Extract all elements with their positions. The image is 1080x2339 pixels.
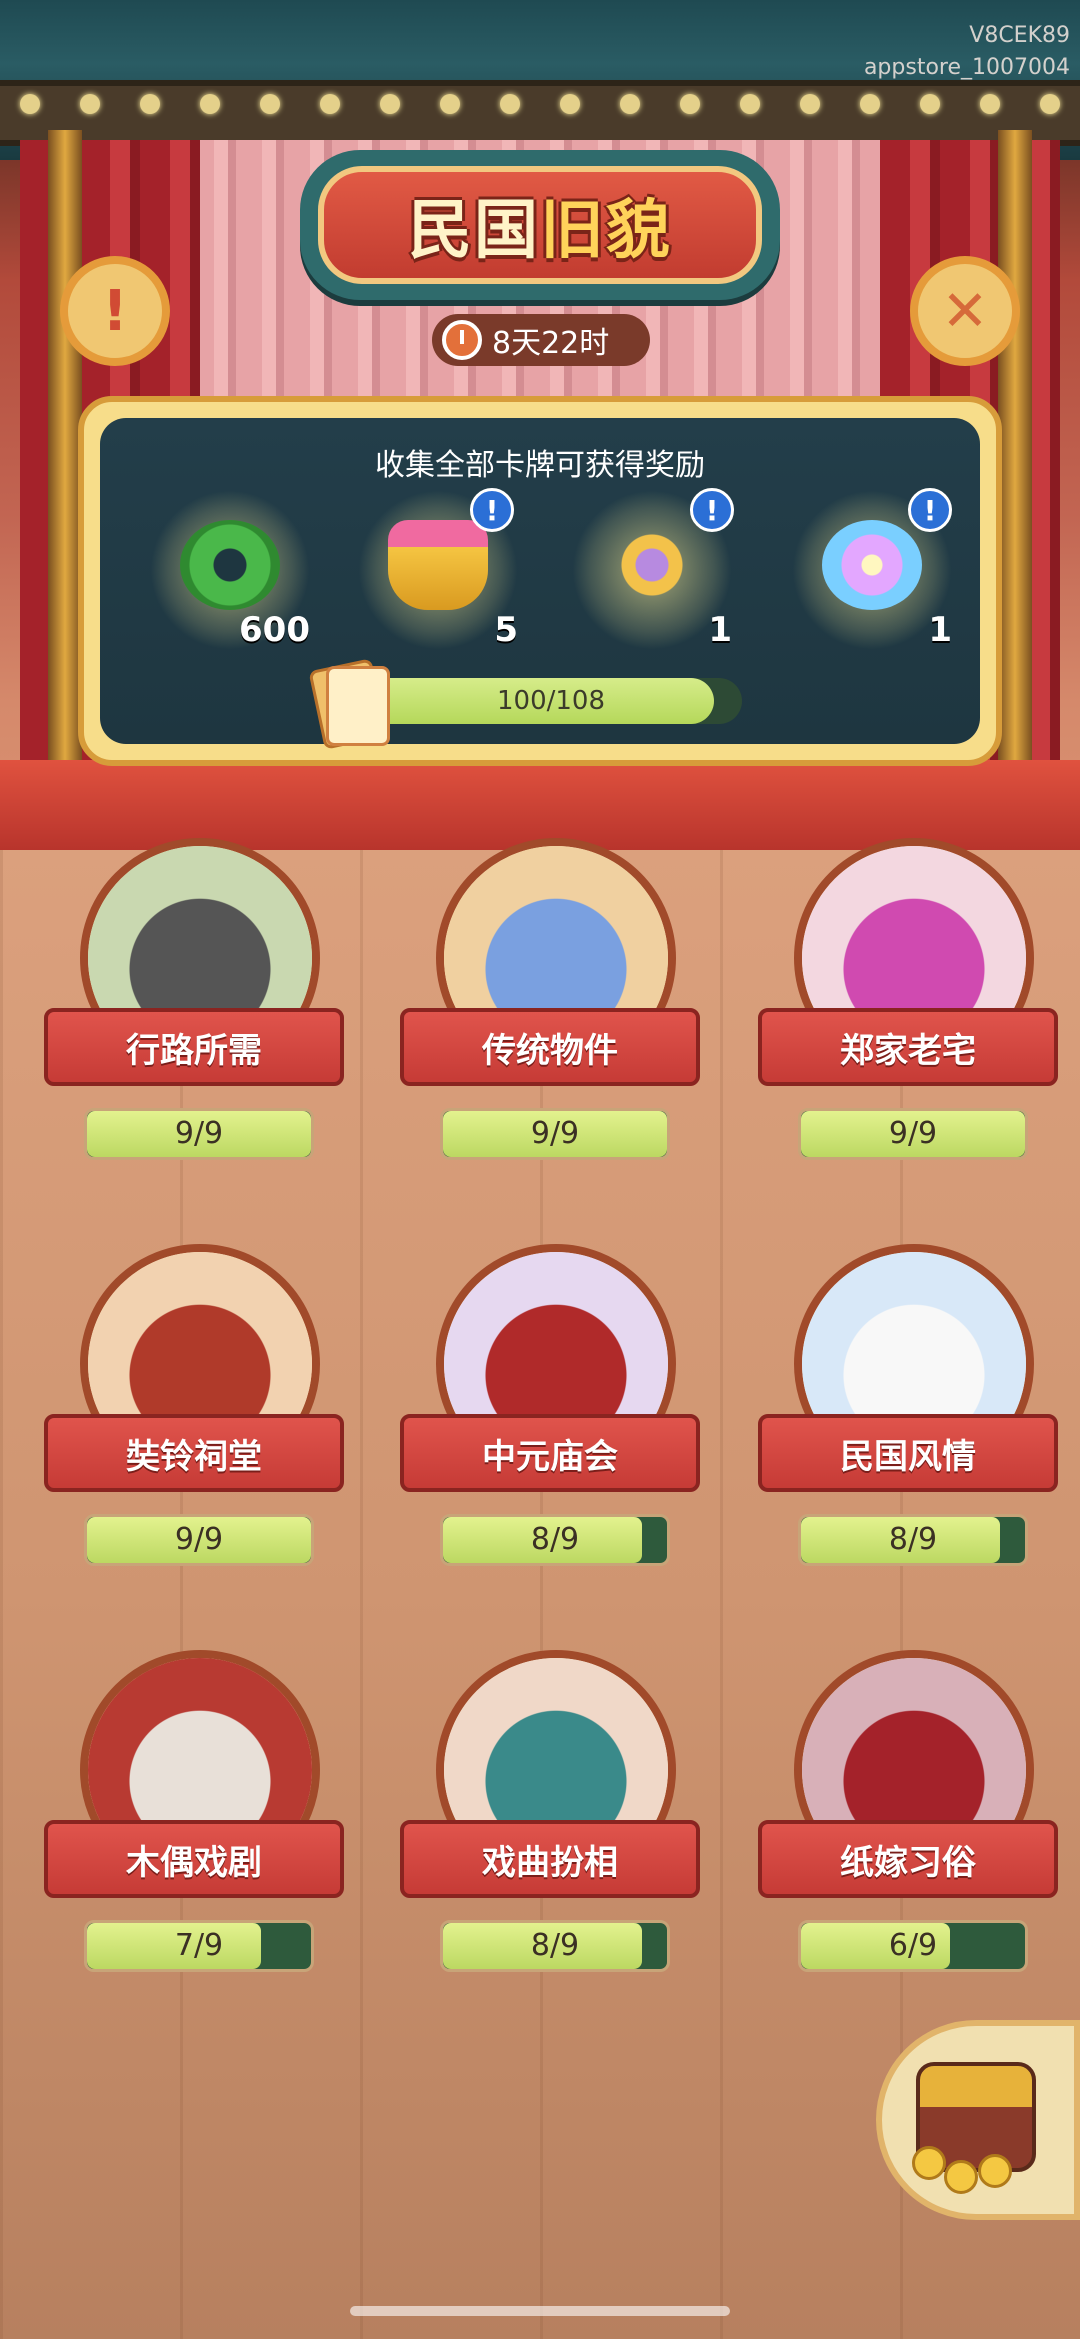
category-card[interactable]: 民国风情 8/9 bbox=[758, 1244, 1058, 1584]
reward-title: 收集全部卡牌可获得奖励 bbox=[375, 448, 705, 483]
coin-icon bbox=[912, 2146, 946, 2180]
watermark: V8CEK89 appstore_1007004 bbox=[864, 20, 1070, 84]
category-progress-text: 6/9 bbox=[888, 1928, 938, 1963]
stage-bulb bbox=[860, 94, 880, 114]
category-label: 木偶戏剧 bbox=[44, 1820, 344, 1898]
pillar-right bbox=[998, 130, 1032, 770]
info-button[interactable]: ! bbox=[60, 256, 170, 366]
coin-icon bbox=[978, 2154, 1012, 2188]
treasure-bowl-icon bbox=[388, 520, 488, 610]
category-label: 戏曲扮相 bbox=[400, 1820, 700, 1898]
category-card[interactable]: 戏曲扮相 8/9 bbox=[400, 1650, 700, 1990]
category-card[interactable]: 纸嫁习俗 6/9 bbox=[758, 1650, 1058, 1990]
category-card[interactable]: 中元庙会 8/9 bbox=[400, 1244, 700, 1584]
category-progress-text: 9/9 bbox=[174, 1522, 224, 1557]
category-card[interactable]: 木偶戏剧 7/9 bbox=[44, 1650, 344, 1990]
reward-count: 1 bbox=[708, 610, 732, 650]
reward-item-jade[interactable]: 600 bbox=[150, 490, 310, 660]
pillar-left bbox=[48, 130, 82, 770]
stage-bulb bbox=[80, 94, 100, 114]
event-timer: 8天22时 bbox=[432, 314, 650, 366]
watermark-line2: appstore_1007004 bbox=[863, 55, 1070, 80]
stage-bulb bbox=[440, 94, 460, 114]
category-progress-text: 9/9 bbox=[530, 1116, 580, 1151]
category-progress-text: 8/9 bbox=[530, 1928, 580, 1963]
page-title: 民国旧貌 bbox=[408, 179, 672, 271]
stage-bulb bbox=[320, 94, 340, 114]
stage-bulb bbox=[20, 94, 40, 114]
coin-icon bbox=[944, 2160, 978, 2194]
category-label: 奘铃祠堂 bbox=[44, 1414, 344, 1492]
stage-bulb bbox=[920, 94, 940, 114]
category-progress-text: 8/9 bbox=[530, 1522, 580, 1557]
reward-count: 600 bbox=[239, 610, 310, 650]
stage-bulb bbox=[740, 94, 760, 114]
watermark-line1: V8CEK89 bbox=[969, 23, 1070, 48]
stage-bulb bbox=[560, 94, 580, 114]
stage-bulb bbox=[620, 94, 640, 114]
info-badge-icon[interactable]: ! bbox=[470, 488, 514, 532]
category-card[interactable]: 行路所需 9/9 bbox=[44, 838, 344, 1178]
category-label: 中元庙会 bbox=[400, 1414, 700, 1492]
info-badge-icon[interactable]: ! bbox=[690, 488, 734, 532]
stage-bulb bbox=[500, 94, 520, 114]
exclamation-icon: ! bbox=[102, 278, 128, 344]
cards-icon bbox=[308, 658, 390, 750]
card-front bbox=[326, 666, 390, 746]
treasure-chest-button[interactable] bbox=[876, 2020, 1080, 2220]
timer-label: 8天22时 bbox=[492, 326, 610, 361]
total-progress-text: 100/108 bbox=[496, 686, 605, 716]
golden-key-icon bbox=[602, 520, 702, 610]
home-indicator[interactable] bbox=[350, 2306, 730, 2316]
reward-count: 1 bbox=[928, 610, 952, 650]
magic-orb-icon bbox=[822, 520, 922, 610]
reward-count: 5 bbox=[494, 610, 518, 650]
category-progress-text: 9/9 bbox=[174, 1116, 224, 1151]
category-card[interactable]: 奘铃祠堂 9/9 bbox=[44, 1244, 344, 1584]
title-banner: 民国旧貌 bbox=[318, 166, 762, 284]
category-label: 纸嫁习俗 bbox=[758, 1820, 1058, 1898]
stage-bulb bbox=[800, 94, 820, 114]
stage-light-rail bbox=[0, 80, 1080, 146]
jade-coin-icon bbox=[180, 520, 280, 610]
stage-bulb bbox=[980, 94, 1000, 114]
title-part1: 民国 bbox=[408, 194, 540, 268]
category-progress-text: 7/9 bbox=[174, 1928, 224, 1963]
stage-bulb bbox=[140, 94, 160, 114]
category-label: 郑家老宅 bbox=[758, 1008, 1058, 1086]
category-label: 行路所需 bbox=[44, 1008, 344, 1086]
category-label: 民国风情 bbox=[758, 1414, 1058, 1492]
stage-bulb bbox=[1040, 94, 1060, 114]
close-button[interactable]: ✕ bbox=[910, 256, 1020, 366]
category-progress-text: 9/9 bbox=[888, 1116, 938, 1151]
stage-bulb bbox=[260, 94, 280, 114]
clock-icon bbox=[442, 320, 482, 360]
category-label: 传统物件 bbox=[400, 1008, 700, 1086]
stage-bulb bbox=[200, 94, 220, 114]
title-part2: 旧貌 bbox=[540, 194, 672, 268]
category-card[interactable]: 郑家老宅 9/9 bbox=[758, 838, 1058, 1178]
info-badge-icon[interactable]: ! bbox=[908, 488, 952, 532]
category-card[interactable]: 传统物件 9/9 bbox=[400, 838, 700, 1178]
close-icon: ✕ bbox=[941, 278, 989, 344]
category-progress-text: 8/9 bbox=[888, 1522, 938, 1557]
stage-bulb bbox=[680, 94, 700, 114]
stage-bulb bbox=[380, 94, 400, 114]
